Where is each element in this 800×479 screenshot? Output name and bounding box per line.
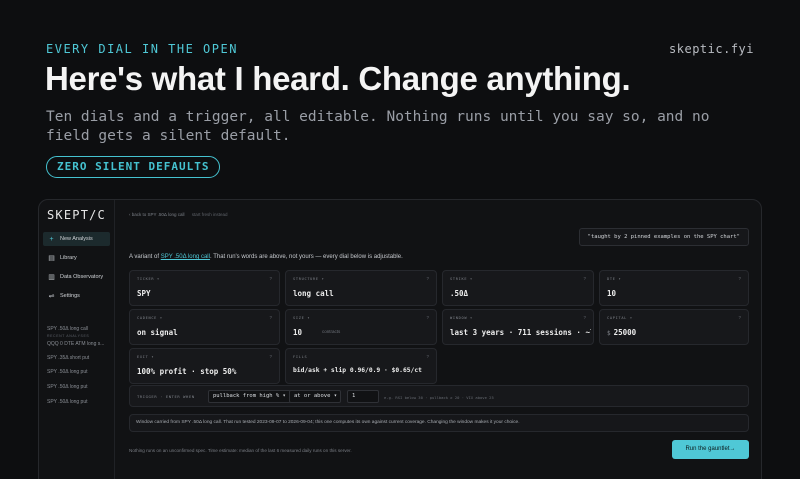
recent-analyses-heading: RECENT ANALYSES	[47, 334, 90, 338]
sidebar-item-new-analysis[interactable]: + New Analysis	[43, 232, 110, 246]
recent-item[interactable]: SPY .35Δ short put	[47, 355, 109, 361]
help-icon[interactable]: ?	[426, 276, 429, 281]
help-icon[interactable]: ?	[583, 315, 586, 320]
dial-exit[interactable]: EXIT ▾ ? 100% profit · stop 50%	[129, 348, 280, 384]
dial-value: 100% profit · stop 50%	[137, 367, 237, 376]
chart-icon: ▥	[48, 274, 55, 281]
dial-dte[interactable]: DTE ▾ ? 10	[599, 270, 749, 306]
variant-suffix: . That run's words are above, not yours …	[209, 254, 403, 260]
start-fresh-link[interactable]: start fresh instead	[192, 212, 228, 217]
help-icon[interactable]: ?	[738, 315, 741, 320]
dial-label: SIZE ▾	[293, 316, 311, 320]
dial-cadence[interactable]: CADENCE ▾ ? on signal	[129, 309, 280, 345]
sidebar-item-label: Library	[60, 255, 77, 261]
sliders-icon: ⇌	[48, 293, 55, 300]
dial-label: CADENCE ▾	[137, 316, 163, 320]
sidebar-item-settings[interactable]: ⇌ Settings	[43, 289, 110, 303]
trigger-threshold-input[interactable]: 1	[347, 390, 379, 403]
dial-label: STRUCTURE ▾	[293, 277, 325, 281]
dial-value: 10	[293, 328, 303, 337]
dial-label: CAPITAL ▾	[607, 316, 633, 320]
dial-capital[interactable]: CAPITAL ▾ ? $25000	[599, 309, 749, 345]
recent-item[interactable]: SPY .50Δ long put	[47, 399, 109, 405]
help-icon[interactable]: ?	[269, 315, 272, 320]
trigger-row: TRIGGER · ENTER WHEN pullback from high …	[129, 385, 749, 407]
footnote: Nothing runs on an unconfirmed spec. Tim…	[129, 448, 352, 453]
help-icon[interactable]: ?	[269, 354, 272, 359]
dial-value-clip: last 3 years · 711 sessions · ~7:	[450, 328, 591, 337]
dial-label: TICKER ▾	[137, 277, 160, 281]
sidebar-item-label: New Analysis	[60, 236, 93, 242]
app-window: SKEPT/C + New Analysis ▤ Library ▥ Data …	[38, 199, 762, 479]
dial-label: DTE ▾	[607, 277, 622, 281]
variant-source-link[interactable]: SPY .50Δ long call	[161, 254, 210, 260]
page-headline: Here's what I heard. Change anything.	[45, 60, 631, 97]
recent-item[interactable]: SPY .50Δ long call	[47, 326, 109, 332]
window-notice: Window carried from SPY .50Δ long call. …	[129, 414, 749, 432]
sidebar-item-label: Settings	[60, 293, 80, 299]
dial-value: on signal	[137, 328, 178, 337]
help-icon[interactable]: ?	[269, 276, 272, 281]
zero-defaults-badge: ZERO SILENT DEFAULTS	[46, 156, 221, 178]
trigger-metric-select[interactable]: pullback from high % ▾	[208, 390, 291, 403]
plus-icon: +	[49, 235, 54, 243]
dial-window[interactable]: WINDOW ▾ ? last 3 years · 711 sessions ·…	[442, 309, 594, 345]
recent-item[interactable]: QQQ 0 DTE ATM long s...	[47, 341, 109, 347]
eyebrow: EVERY DIAL IN THE OPEN	[46, 42, 238, 56]
trigger-operator-select[interactable]: at or above ▾	[289, 390, 341, 403]
run-gauntlet-button[interactable]: Run the gauntlet→	[672, 440, 749, 459]
dial-label: EXIT ▾	[137, 355, 155, 359]
sidebar-item-library[interactable]: ▤ Library	[43, 251, 110, 265]
dial-unit: contracts	[322, 329, 341, 334]
back-link[interactable]: ‹ back to SPY .50Δ long call	[129, 212, 184, 217]
recent-item[interactable]: SPY .50Δ long put	[47, 369, 109, 375]
dial-value: SPY	[137, 289, 151, 298]
trigger-hint: e.g. RSI below 30 · pullback ≥ 20 · VIX …	[384, 395, 494, 400]
library-icon: ▤	[48, 255, 55, 262]
sidebar-item-data-observatory[interactable]: ▥ Data Observatory	[43, 270, 110, 284]
help-icon[interactable]: ?	[426, 315, 429, 320]
dial-label: STRIKE ▾	[450, 277, 473, 281]
recent-item[interactable]: SPY .50Δ long put	[47, 384, 109, 390]
dial-label: WINDOW ▾	[450, 316, 473, 320]
dial-value: last 3 years · 711 sessions · ~7:	[450, 328, 591, 337]
brand-link[interactable]: skeptic.fyi	[669, 42, 754, 56]
dial-value: 10	[607, 289, 617, 298]
dial-fills[interactable]: FILLS ? bid/ask + slip 0.96/0.9 · $0.65/…	[285, 348, 437, 384]
currency-prefix: $	[607, 330, 611, 337]
dial-value: bid/ask + slip 0.96/0.9 · $0.65/ct	[293, 367, 422, 374]
dial-strike[interactable]: STRIKE ▾ ? .50Δ	[442, 270, 594, 306]
dial-value: .50Δ	[450, 289, 469, 298]
trigger-label: TRIGGER · ENTER WHEN	[137, 394, 195, 399]
app-logo: SKEPT/C	[47, 208, 106, 222]
capital-amount: 25000	[613, 328, 637, 337]
dial-value: long call	[293, 289, 334, 298]
help-icon[interactable]: ?	[583, 276, 586, 281]
dial-size[interactable]: SIZE ▾ ? 10 contracts	[285, 309, 437, 345]
sidebar-item-label: Data Observatory	[60, 274, 104, 280]
dial-ticker[interactable]: TICKER ▾ ? SPY	[129, 270, 280, 306]
dial-label: FILLS	[293, 355, 308, 359]
breadcrumb: ‹ back to SPY .50Δ long call start fresh…	[129, 212, 228, 217]
variant-note: A variant of SPY .50Δ long call. That ru…	[129, 254, 403, 260]
main-panel: ‹ back to SPY .50Δ long call start fresh…	[115, 200, 761, 479]
page-subhead: Ten dials and a trigger, all editable. N…	[46, 109, 710, 144]
dial-structure[interactable]: STRUCTURE ▾ ? long call	[285, 270, 437, 306]
source-quote: "taught by 2 pinned examples on the SPY …	[578, 228, 749, 246]
sidebar: SKEPT/C + New Analysis ▤ Library ▥ Data …	[39, 200, 115, 479]
help-icon[interactable]: ?	[738, 276, 741, 281]
dial-value: $25000	[607, 328, 636, 337]
help-icon[interactable]: ?	[426, 354, 429, 359]
variant-prefix: A variant of	[129, 254, 160, 260]
